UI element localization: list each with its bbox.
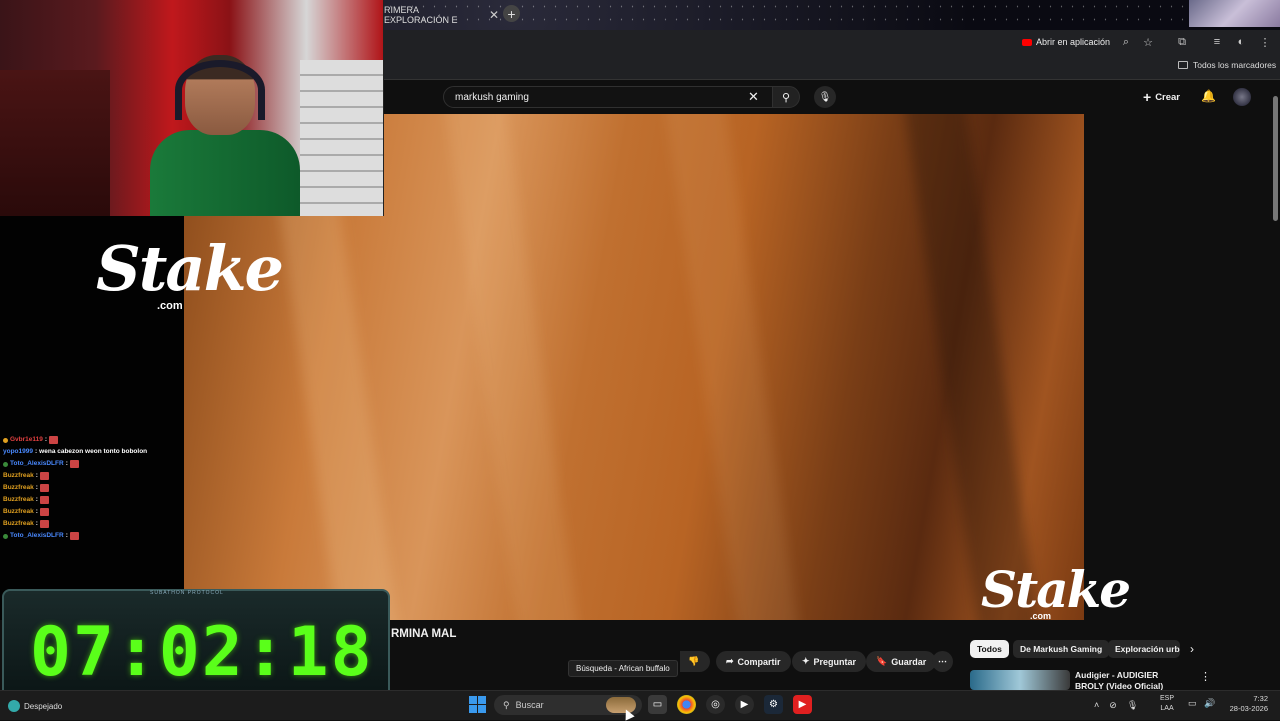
chat-message: Buzzfreak: <box>3 506 183 518</box>
task-view-icon[interactable]: ▭ <box>648 695 667 714</box>
recommended-menu-icon[interactable]: ⋮ <box>1200 670 1211 683</box>
emote-icon <box>39 496 49 504</box>
avatar[interactable] <box>1233 88 1251 106</box>
chat-message: Buzzfreak: <box>3 518 183 530</box>
media-player-icon[interactable]: ▶ <box>735 695 754 714</box>
notifications-bell-icon[interactable]: 🔔 <box>1201 89 1216 103</box>
recommended-thumbnail[interactable] <box>970 670 1070 690</box>
stake-watermark: Stake <box>981 560 1131 619</box>
zoom-icon[interactable]: ⌕ <box>1119 35 1133 49</box>
thumbs-down-icon: 👎 <box>688 656 700 666</box>
share-button[interactable]: ➦ Compartir <box>716 651 791 672</box>
emote-icon <box>69 532 79 540</box>
obs-icon[interactable]: ◎ <box>706 695 725 714</box>
taskbar-clock[interactable]: 7:32 28-03-2026 <box>1224 694 1268 714</box>
chat-message: Toto_AlexisDLFR: <box>3 530 183 542</box>
chat-message: Buzzfreak: <box>3 470 183 482</box>
emote-icon <box>39 484 49 492</box>
emote-icon <box>39 472 49 480</box>
emote-icon <box>39 508 49 516</box>
tab-title: RIMERA EXPLORACIÓN E <box>384 5 458 25</box>
search-icon: ⚲ <box>503 699 510 710</box>
chat-message: Buzzfreak: <box>3 482 183 494</box>
emote-icon <box>69 460 79 468</box>
stream-chat: Gvbr1e119: yopo1999: wena cabezon weon to… <box>3 434 183 542</box>
create-label: Crear <box>1155 91 1181 103</box>
volume-icon[interactable]: 🔊 <box>1204 698 1215 709</box>
taskbar-search[interactable]: ⚲ Buscar <box>494 695 642 715</box>
clear-search-icon[interactable]: ✕ <box>748 89 759 105</box>
plus-icon: + <box>1143 89 1152 105</box>
weather-widget[interactable]: Despejado <box>8 700 62 712</box>
webcam-overlay <box>0 0 384 216</box>
chat-message: yopo1999: wena cabezon weon tonto bobolon <box>3 448 148 455</box>
browser-tab[interactable]: RIMERA EXPLORACIÓN E ✕ <box>384 4 499 26</box>
start-button[interactable] <box>469 696 486 713</box>
emote-icon <box>39 520 49 528</box>
new-tab-button[interactable]: + <box>503 5 520 22</box>
search-value: markush gaming <box>455 91 529 103</box>
share-icon: ➦ <box>726 656 734 666</box>
timer-title: SUBATHON PROTOCOL <box>150 590 224 596</box>
chip-all[interactable]: Todos <box>970 640 1009 658</box>
bookmarks-bar <box>384 54 1280 80</box>
profile-icon[interactable]: ◐ <box>1234 35 1248 49</box>
weather-label: Despejado <box>24 701 63 711</box>
video-title: RMINA MAL <box>391 628 457 640</box>
chevron-up-icon[interactable]: ˄ <box>1094 700 1099 710</box>
search-button[interactable]: ⚲ <box>772 86 800 108</box>
chat-message: Toto_AlexisDLFR: <box>3 458 183 470</box>
language-indicator[interactable]: ESP LAA <box>1160 694 1174 714</box>
page-scrollbar[interactable] <box>1271 86 1280 686</box>
open-in-app-button[interactable]: Abrir en aplicación <box>1015 33 1117 51</box>
all-bookmarks-label: Todos los marcadores <box>1193 60 1277 70</box>
scroll-thumb[interactable] <box>1273 96 1278 221</box>
network-off-icon[interactable]: ⊘ <box>1109 700 1117 711</box>
bookmark-star-icon[interactable]: ☆ <box>1141 35 1155 49</box>
browser-menu-icon[interactable]: ⋮ <box>1258 35 1272 49</box>
recommended-title[interactable]: Audigier - AUDIGIER BROLY (Video Oficial… <box>1075 670 1187 690</box>
bookmark-icon: 🔖 <box>876 656 888 666</box>
microphone-icon: 🎙 <box>818 91 832 103</box>
chrome-icon[interactable] <box>677 695 696 714</box>
folder-icon <box>1178 61 1188 69</box>
system-tray: ˄ ⊘ 🎙 <box>1094 697 1138 713</box>
stake-watermark-suffix: .com <box>1030 611 1052 621</box>
taskbar-search-placeholder: Buscar <box>515 700 544 710</box>
steam-icon[interactable]: ⚙ <box>764 695 783 714</box>
youtube-app-icon[interactable]: ▶ <box>793 695 812 714</box>
weather-icon <box>8 700 20 712</box>
search-icon: ⚲ <box>781 91 791 104</box>
voice-search-button[interactable]: 🎙 <box>814 86 836 108</box>
microphone-icon[interactable]: 🎙 <box>1127 700 1138 711</box>
search-input[interactable]: markush gaming <box>443 86 773 108</box>
chat-message: Buzzfreak: <box>3 494 183 506</box>
chevron-right-icon[interactable]: › <box>1190 642 1194 656</box>
dislike-button[interactable]: 👎 <box>680 651 710 672</box>
reading-list-icon[interactable]: ≡ <box>1210 35 1224 49</box>
window-thumbnail <box>1189 0 1280 27</box>
ask-button[interactable]: ✦ Preguntar <box>792 651 867 672</box>
more-actions-button[interactable]: ⋯ <box>932 651 953 672</box>
chat-message: Gvbr1e119: <box>3 434 183 446</box>
save-button[interactable]: 🔖 Guardar <box>866 651 937 672</box>
youtube-icon <box>1022 38 1032 46</box>
chip-urban-exploration[interactable]: Exploración urba <box>1108 640 1180 658</box>
subathon-timer: 07:02:18 <box>30 613 374 692</box>
extensions-icon[interactable]: ⧉ <box>1175 35 1189 49</box>
all-bookmarks-button[interactable]: Todos los marcadores <box>1178 60 1276 70</box>
chip-from-channel[interactable]: De Markush Gaming <box>1013 640 1110 658</box>
open-in-app-label: Abrir en aplicación <box>1036 37 1111 47</box>
emote-icon <box>49 436 59 444</box>
create-button[interactable]: + Crear <box>1143 89 1180 105</box>
close-tab-icon[interactable]: ✕ <box>489 8 499 22</box>
stake-logo-suffix: .com <box>157 300 183 312</box>
sidebar-background <box>1084 114 1280 620</box>
sparkle-icon: ✦ <box>802 656 810 666</box>
more-icon: ⋯ <box>938 656 947 666</box>
stake-logo: Stake <box>96 232 284 305</box>
search-tooltip: Búsqueda - African buffalo <box>568 660 678 677</box>
display-icon[interactable]: ▭ <box>1188 698 1197 709</box>
